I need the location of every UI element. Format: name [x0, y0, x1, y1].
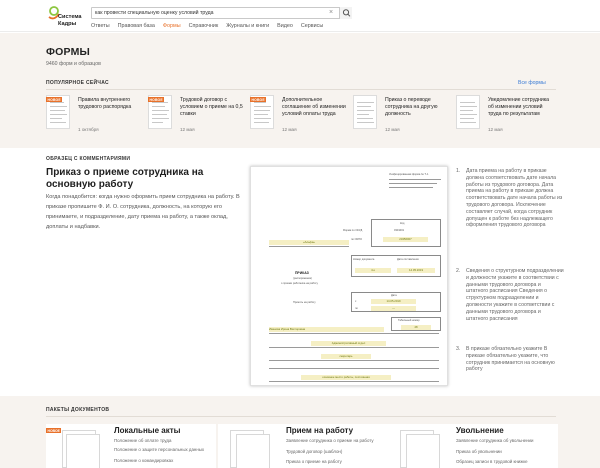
package-link[interactable]: Образец записи в трудовой книжке [456, 459, 528, 464]
nav-item-services[interactable]: Сервисы [301, 22, 323, 30]
package-title[interactable]: Прием на работу [286, 426, 353, 435]
new-badge: НОВОЕ [46, 428, 62, 433]
package-card[interactable]: Увольнение Заявление сотрудника об уволь… [388, 424, 558, 468]
doc-tab-field: 28 [401, 325, 431, 330]
nav-item-journals[interactable]: Журналы и книги [226, 22, 269, 30]
package-thumbnail [222, 428, 278, 468]
sample-description: Когда понадобится: когда нужно оформить … [46, 194, 240, 230]
nav-item-forms[interactable]: Формы [163, 22, 181, 30]
package-link[interactable]: Положение о командировках [114, 458, 173, 463]
forms-count: 9460 форм и образцов [46, 61, 101, 67]
form-card-date: 12 мая [385, 127, 400, 132]
package-link[interactable]: Заявление сотрудника о приеме на работу [286, 438, 374, 443]
package-title[interactable]: Увольнение [456, 426, 504, 435]
search-button[interactable] [339, 7, 352, 19]
nav-item-reference[interactable]: Справочник [189, 22, 219, 30]
doc-position-field: секретарь [321, 354, 371, 359]
doc-codes-table [371, 219, 441, 247]
forms-section: ФОРМЫ 9460 форм и образцов ПОПУЛЯРНОЕ СЕ… [0, 33, 600, 148]
search-box: × [91, 7, 352, 19]
form-card[interactable]: Уведомление сотрудника об изменении усло… [456, 95, 556, 135]
form-card-title[interactable]: Дополнительное соглашение об изменении у… [282, 97, 348, 117]
document-thumbnail [353, 95, 377, 129]
logo-text: Система Кадры [58, 14, 82, 27]
form-card[interactable]: НОВОЕ Трудовой договор с условием о прие… [148, 95, 248, 135]
nav-item-answers[interactable]: Ответы [91, 22, 110, 30]
sample-heading: ОБРАЗЕЦ С КОММЕНТАРИЯМИ [46, 156, 131, 162]
site-header: Система Кадры × Ответы Правовая база Фор… [0, 0, 600, 32]
close-icon[interactable]: × [329, 8, 333, 18]
doc-from-field: 14.05.2019 [371, 299, 416, 304]
form-card-date: 12 мая [488, 127, 503, 132]
document-thumbnail [456, 95, 480, 129]
package-link[interactable]: Положение о защите персональных данных [114, 447, 204, 452]
form-card-title[interactable]: Приказ о переводе сотрудника на другую д… [385, 97, 451, 117]
form-card-title[interactable]: Трудовой договор с условием о приеме на … [180, 97, 246, 117]
form-card-date: 12 мая [282, 127, 297, 132]
packages-section: ПАКЕТЫ ДОКУМЕНТОВ НОВОЕ Локальные акты П… [0, 396, 600, 468]
doc-dept-field: Административный отдел [311, 341, 386, 346]
form-card-date: 12 мая [180, 127, 195, 132]
doc-number-field: 4-к [355, 268, 391, 273]
doc-okpo-field: 23456007 [383, 237, 428, 242]
form-card[interactable]: НОВОЕ Дополнительное соглашение об измен… [250, 95, 350, 135]
doc-form-name: Унифицированная форма № Т-1 [389, 173, 429, 176]
package-thumbnail [50, 428, 106, 468]
form-card-title[interactable]: Правила внутреннего трудового распорядка [78, 97, 144, 111]
site-logo[interactable]: Система Кадры [47, 6, 97, 28]
doc-to-field: — [371, 306, 416, 311]
package-card[interactable]: НОВОЕ Локальные акты Положение об оплате… [46, 424, 216, 468]
all-forms-link[interactable]: Все формы [518, 80, 546, 86]
search-input[interactable] [95, 8, 325, 18]
popular-heading: ПОПУЛЯРНОЕ СЕЙЧАС [46, 80, 109, 86]
new-badge: НОВОЕ [46, 97, 63, 102]
package-link[interactable]: Положение об оплате труда [114, 438, 171, 443]
new-badge: НОВОЕ [148, 97, 165, 102]
nav-item-video[interactable]: Видео [277, 22, 293, 30]
package-link[interactable]: Заявление сотрудника об увольнении [456, 438, 533, 443]
package-card[interactable]: Прием на работу Заявление сотрудника о п… [218, 424, 388, 468]
doc-conditions-field: основное место работы, постоянная [301, 375, 391, 380]
doc-date-field: 14.05.2019 [397, 268, 435, 273]
package-link[interactable]: Приказ об увольнении [456, 449, 502, 454]
document-preview[interactable]: Унифицированная форма № Т-1 Код Форма по… [250, 166, 448, 386]
main-nav: Ответы Правовая база Формы Справочник Жу… [91, 22, 323, 30]
doc-org-name: «Альфа» [269, 240, 349, 245]
sample-title: Приказ о приеме сотрудника на основную р… [46, 167, 204, 190]
form-card-date: 1 октября [78, 127, 99, 132]
new-badge: НОВОЕ [250, 97, 267, 102]
page-title: ФОРМЫ [46, 46, 91, 58]
package-thumbnail [392, 428, 448, 468]
packages-heading: ПАКЕТЫ ДОКУМЕНТОВ [46, 407, 110, 413]
divider [46, 416, 556, 417]
package-link[interactable]: Приказ о приеме на работу [286, 459, 342, 464]
divider [46, 89, 556, 90]
form-card[interactable]: Приказ о переводе сотрудника на другую д… [353, 95, 453, 135]
package-title[interactable]: Локальные акты [114, 426, 181, 435]
form-card[interactable]: НОВОЕ Правила внутреннего трудового расп… [46, 95, 146, 135]
doc-employee-field: Иванова Ирина Викторовна [269, 327, 384, 332]
search-icon [342, 9, 351, 17]
nav-item-legal-base[interactable]: Правовая база [118, 22, 155, 30]
form-card-title[interactable]: Уведомление сотрудника об изменении усло… [488, 97, 554, 117]
package-link[interactable]: Трудовой договор (шаблон) [286, 449, 342, 454]
